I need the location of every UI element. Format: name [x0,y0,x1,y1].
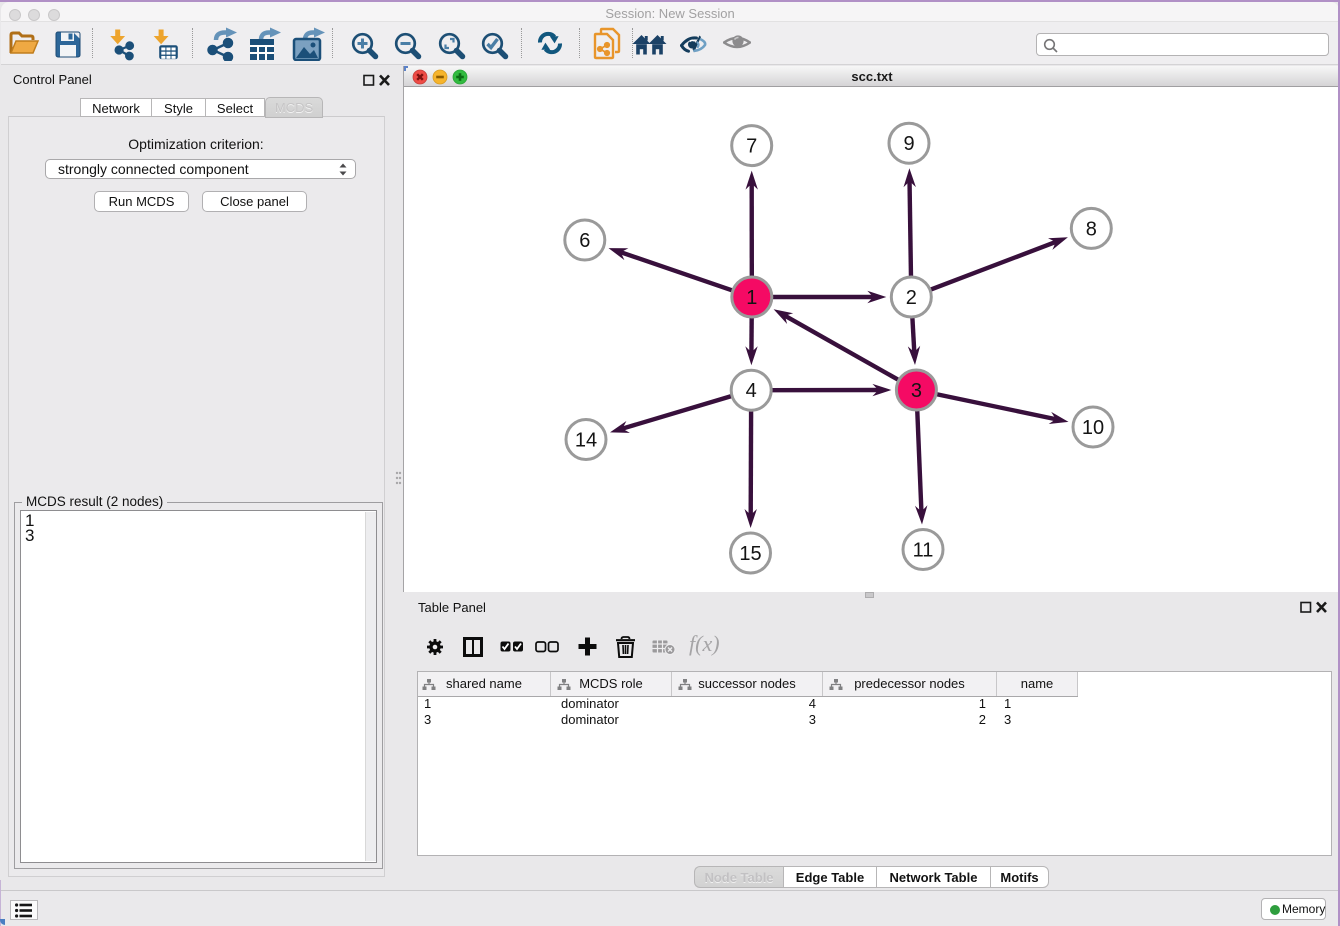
svg-text:7: 7 [746,136,757,158]
svg-text:1: 1 [746,287,757,309]
svg-text:10: 10 [1082,417,1104,439]
svg-text:3: 3 [911,380,922,402]
svg-text:9: 9 [903,133,914,155]
svg-text:8: 8 [1086,218,1097,240]
svg-text:6: 6 [579,230,590,252]
svg-text:11: 11 [913,540,934,562]
svg-text:14: 14 [575,430,597,452]
svg-text:2: 2 [906,287,917,309]
svg-text:15: 15 [739,543,761,565]
svg-text:4: 4 [746,380,757,402]
